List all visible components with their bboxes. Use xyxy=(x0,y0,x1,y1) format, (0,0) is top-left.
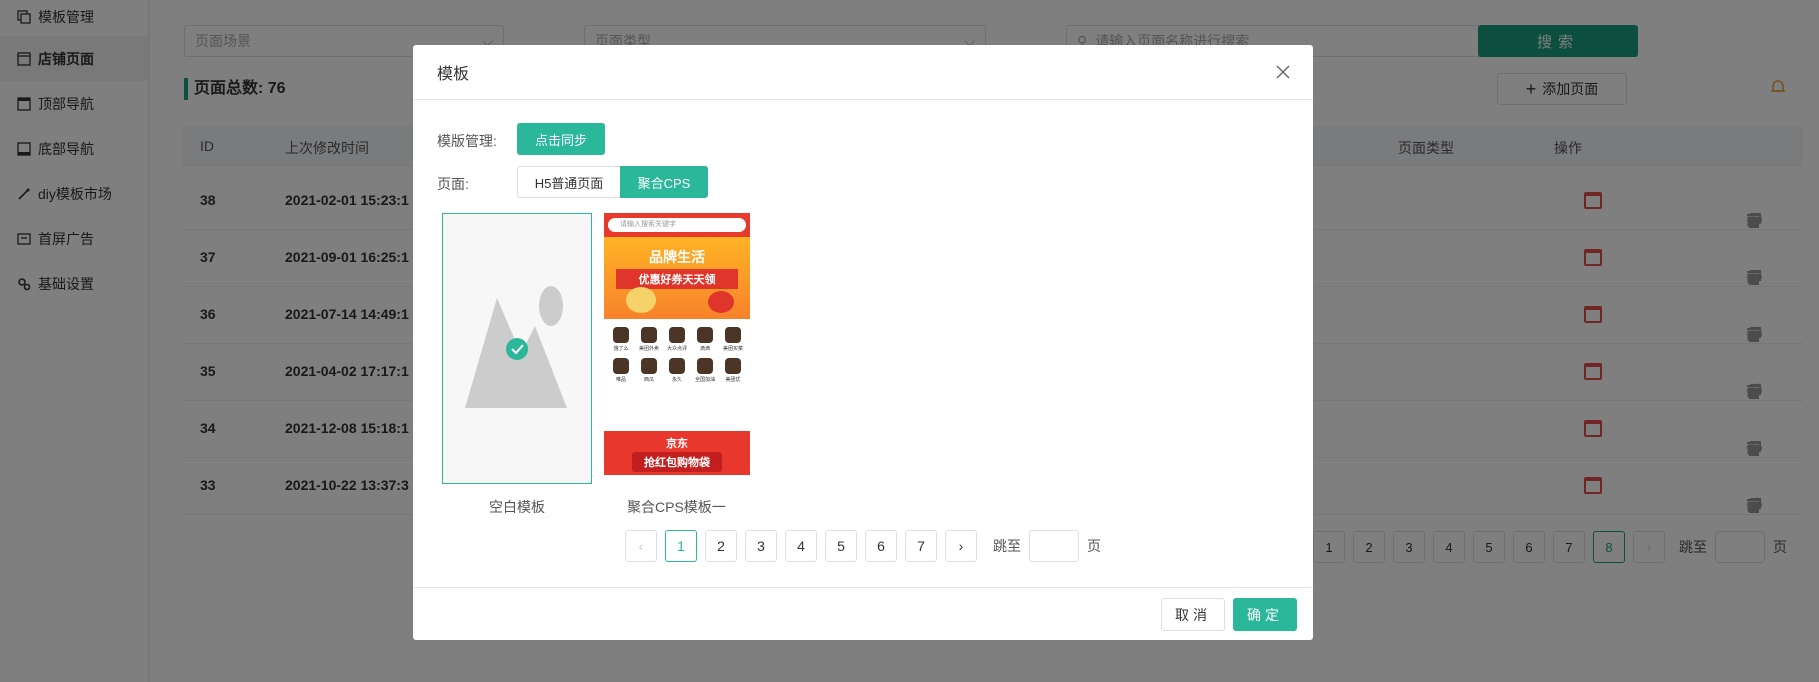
modal-title: 模板 xyxy=(437,66,470,83)
app-icon xyxy=(613,358,629,374)
cps-grid-item: 滴滴 xyxy=(692,327,718,352)
app-label: 美团外卖 xyxy=(638,346,659,352)
page-7[interactable]: 7 xyxy=(905,530,937,562)
next-page-button[interactable]: › xyxy=(945,530,977,562)
app-label: 美团优 xyxy=(725,377,741,383)
jump-input[interactable] xyxy=(1029,530,1079,562)
bottom-banner-subtitle: 抢红包购物袋 xyxy=(632,452,722,472)
app-label: 永久 xyxy=(671,377,682,383)
cps-grid-item: 饿了么 xyxy=(608,327,634,352)
cps-icon-grid: 饿了么 美团外卖 大众点评 滴滴 美团买菜唯品 西瓜 永久 全国加油 美团优 xyxy=(604,319,750,383)
app-icon xyxy=(725,358,741,374)
bottom-banner-title: 京东 xyxy=(666,438,688,450)
app-icon xyxy=(725,327,741,343)
close-icon[interactable] xyxy=(1273,62,1293,82)
cps-grid-row: 饿了么 美团外卖 大众点评 滴滴 美团买菜 xyxy=(608,327,746,352)
app-label: 全国加油 xyxy=(694,377,715,383)
page-suffix: 页 xyxy=(1087,538,1101,554)
blank-template-card[interactable] xyxy=(442,213,592,484)
fruit-image xyxy=(626,287,656,313)
app-icon xyxy=(641,327,657,343)
prev-page-button[interactable]: ‹ xyxy=(625,530,657,562)
cps-template-caption: 聚合CPS模板一 xyxy=(627,499,726,515)
page-5[interactable]: 5 xyxy=(825,530,857,562)
app-icon xyxy=(641,358,657,374)
cps-grid-item: 全国加油 xyxy=(692,358,718,383)
tab-h5-page[interactable]: H5普通页面 xyxy=(517,166,621,198)
modal-header: 模板 xyxy=(413,45,1313,100)
cps-grid-row: 唯品 西瓜 永久 全国加油 美团优 xyxy=(608,358,746,383)
app-label: 大众点评 xyxy=(666,346,687,352)
app-icon xyxy=(669,327,685,343)
template-modal: 模板 模版管理: 点击同步 页面: H5普通页面 聚合CPS 空白模板 请输入搜… xyxy=(413,45,1313,640)
app-icon xyxy=(697,327,713,343)
cps-banner-subtitle: 优惠好券天天领 xyxy=(616,269,738,289)
cps-banner-title: 品牌生活 xyxy=(649,249,705,265)
page-1[interactable]: 1 xyxy=(665,530,697,562)
fruit-image xyxy=(708,291,734,313)
image-placeholder-icon xyxy=(465,286,567,408)
page-4[interactable]: 4 xyxy=(785,530,817,562)
cps-grid-item: 西瓜 xyxy=(636,358,662,383)
cps-grid-item: 唯品 xyxy=(608,358,634,383)
cps-search-bar: 请输入搜索关键字 xyxy=(608,218,746,232)
tab-cps[interactable]: 聚合CPS xyxy=(620,166,708,198)
cps-grid-item: 美团外卖 xyxy=(636,327,662,352)
cps-grid-item: 大众点评 xyxy=(664,327,690,352)
cps-grid-item: 美团买菜 xyxy=(720,327,746,352)
confirm-button[interactable]: 确定 xyxy=(1233,598,1297,631)
app-label: 饿了么 xyxy=(613,346,629,352)
app-icon xyxy=(613,327,629,343)
cps-grid-item: 永久 xyxy=(664,358,690,383)
page-2[interactable]: 2 xyxy=(705,530,737,562)
page-3[interactable]: 3 xyxy=(745,530,777,562)
cps-banner: 请输入搜索关键字 品牌生活 优惠好券天天领 xyxy=(604,213,750,319)
page-label: 页面: xyxy=(437,176,469,192)
app-label: 西瓜 xyxy=(643,377,654,383)
app-label: 美团买菜 xyxy=(722,346,743,352)
app-label: 滴滴 xyxy=(699,346,710,352)
app-icon xyxy=(697,358,713,374)
cps-template-card[interactable]: 请输入搜索关键字 品牌生活 优惠好券天天领 饿了么 美团外卖 大众点评 滴滴 美团买菜唯… xyxy=(604,213,750,475)
app-icon xyxy=(669,358,685,374)
cancel-button[interactable]: 取消 xyxy=(1161,598,1225,631)
blank-template-caption: 空白模板 xyxy=(489,499,545,515)
cps-grid-item: 美团优 xyxy=(720,358,746,383)
template-mgmt-label: 模版管理: xyxy=(437,133,497,149)
sync-button[interactable]: 点击同步 xyxy=(517,123,605,155)
cps-bottom-banner: 京东 抢红包购物袋 xyxy=(604,431,750,475)
modal-pagination: ‹ 1 2 3 4 5 6 7 › 跳至 页 xyxy=(625,530,1101,562)
page-6[interactable]: 6 xyxy=(865,530,897,562)
app-label: 唯品 xyxy=(615,377,626,383)
jump-label: 跳至 xyxy=(993,538,1021,554)
